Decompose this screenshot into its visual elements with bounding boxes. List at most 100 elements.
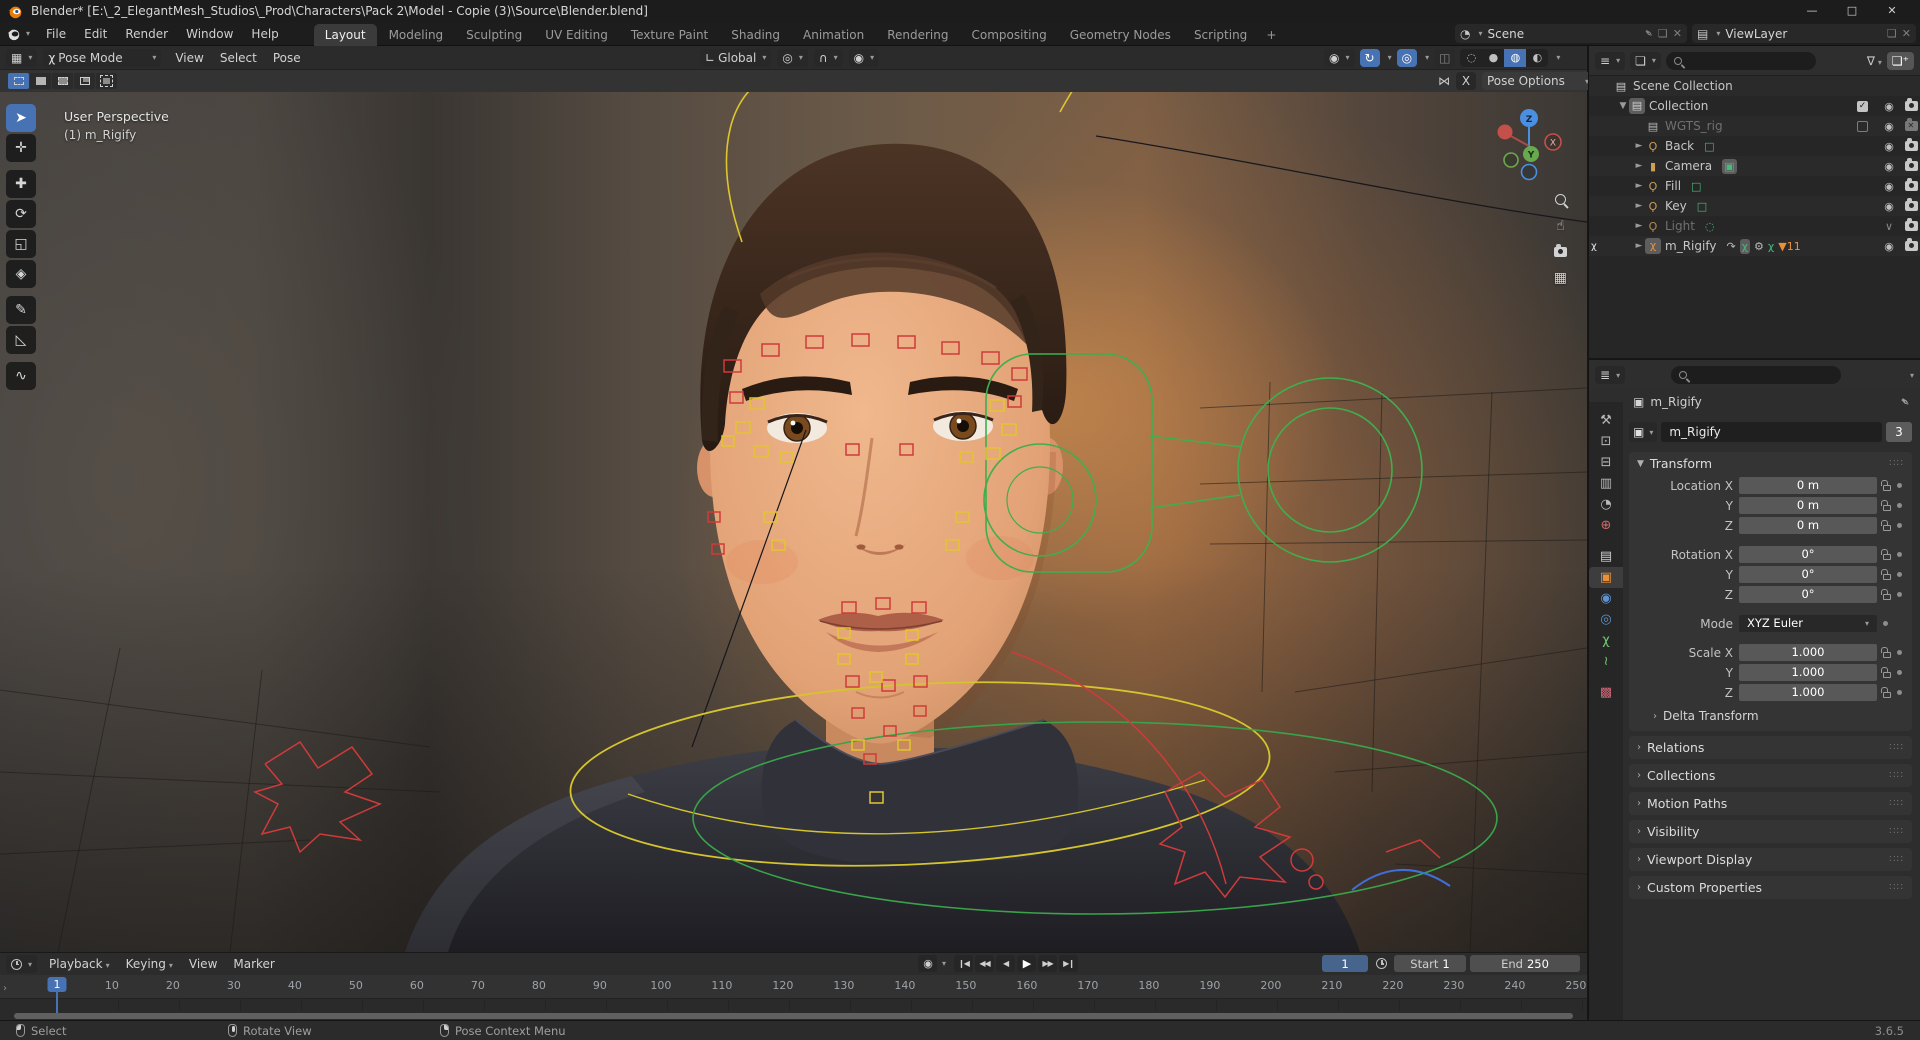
render-visibility-icon[interactable] <box>1904 158 1918 171</box>
tool-transform[interactable]: ◈ <box>6 260 36 288</box>
menu-file[interactable]: File <box>37 22 75 46</box>
next-key-button[interactable]: ▶▶ <box>1038 955 1058 972</box>
outliner-editor-type-button[interactable]: ≡ ▾ <box>1595 51 1626 70</box>
render-visibility-icon[interactable] <box>1904 218 1918 231</box>
viewport-menu-view[interactable]: View <box>167 51 211 65</box>
properties-options-dropdown[interactable]: ▾ <box>1910 371 1914 380</box>
workspace-tab-sculpting[interactable]: Sculpting <box>455 24 533 46</box>
outliner-row-fill[interactable]: ► Ϙ Fill □ ◉ <box>1589 176 1920 196</box>
outliner-search-input[interactable] <box>1665 51 1816 70</box>
disclosure-icon[interactable]: ► <box>1633 141 1645 151</box>
prev-key-button[interactable]: ◀◀ <box>975 955 995 972</box>
lock-icon[interactable] <box>1881 647 1891 658</box>
auto-keying-button[interactable]: ◉ <box>918 955 937 972</box>
gizmos-dropdown[interactable]: ▾ <box>1388 53 1392 62</box>
section-visibility[interactable]: › Visibility ∷∷ <box>1629 820 1912 843</box>
prev-frame-button[interactable]: ◀ <box>996 955 1016 972</box>
new-view-layer-icon[interactable]: ❏ <box>1887 27 1897 40</box>
render-visibility-icon[interactable] <box>1904 198 1918 211</box>
pivot-point-dropdown[interactable]: ◎ ▾ <box>777 48 808 67</box>
workspace-tab-texture-paint[interactable]: Texture Paint <box>620 24 719 46</box>
properties-tab-view-layer[interactable]: ▥ <box>1589 473 1623 494</box>
jump-start-button[interactable]: ❙◀ <box>954 955 974 972</box>
section-relations[interactable]: › Relations ∷∷ <box>1629 736 1912 759</box>
add-workspace-button[interactable]: + <box>1259 24 1283 46</box>
outliner-row-collection[interactable]: ▼ ▤ Collection ✓ ◉ <box>1589 96 1920 116</box>
disclosure-icon[interactable]: ► <box>1633 241 1645 251</box>
lock-icon[interactable] <box>1881 480 1891 491</box>
properties-tab-tool[interactable]: ⚒ <box>1589 410 1623 431</box>
timeline-ruler[interactable]: 1 10 20 30 40 50 60 70 80 90 100 110 120 130 140 150 16… <box>0 975 1587 999</box>
value-field[interactable]: 0 m <box>1739 477 1877 494</box>
timeline-menu-view[interactable]: View <box>181 957 225 971</box>
object-name-field[interactable]: m_Rigify <box>1661 422 1882 442</box>
eye-icon[interactable]: ◉ <box>1884 160 1894 173</box>
properties-tab-collection[interactable]: ▤ <box>1589 546 1623 567</box>
properties-tab-data[interactable]: χ <box>1589 630 1623 651</box>
menu-help[interactable]: Help <box>242 22 287 46</box>
value-field[interactable]: 1.000 <box>1739 684 1877 701</box>
mode-dropdown[interactable]: χ Pose Mode ▾ <box>43 48 162 67</box>
value-field[interactable]: 0 m <box>1739 497 1877 514</box>
delta-transform-header[interactable]: › Delta Transform <box>1629 703 1912 731</box>
outliner-row-scene-collection[interactable]: ▤ Scene Collection <box>1589 76 1920 96</box>
snap-toggle[interactable]: ∩ ▾ <box>813 48 843 67</box>
minimize-button[interactable]: — <box>1792 0 1832 22</box>
eye-icon[interactable]: ◉ <box>1884 120 1894 133</box>
editor-type-button[interactable]: ▦ ▾ <box>6 48 38 67</box>
properties-editor-type-button[interactable]: ≣ ▾ <box>1595 366 1626 384</box>
scene-selector[interactable]: ◔ ▾ Scene ✒ ❏ ✕ <box>1455 24 1687 43</box>
navigation-gizmo[interactable]: Z Y X <box>1489 106 1569 186</box>
disclosure-icon[interactable]: ► <box>1633 181 1645 191</box>
value-field[interactable]: 0° <box>1739 546 1877 563</box>
properties-search-input[interactable] <box>1671 366 1842 384</box>
animate-dot[interactable] <box>1883 621 1888 626</box>
menu-window[interactable]: Window <box>177 22 242 46</box>
animate-dot[interactable] <box>1897 670 1902 675</box>
exclude-checkbox[interactable]: ✓ <box>1857 100 1868 112</box>
animate-dot[interactable] <box>1897 552 1902 557</box>
disclosure-icon[interactable]: ► <box>1633 221 1645 231</box>
lock-icon[interactable] <box>1881 687 1891 698</box>
proportional-edit-dropdown[interactable]: ◉ ▾ <box>848 48 880 67</box>
eye-icon[interactable]: ◉ <box>1884 240 1894 253</box>
new-scene-icon[interactable]: ❏ <box>1658 27 1668 40</box>
tool-pose-breakdowner[interactable]: ∿ <box>6 362 36 390</box>
channel-collapse-icon[interactable]: › <box>3 983 7 994</box>
new-collection-button[interactable]: ❏⁺ <box>1886 51 1914 70</box>
toggle-ortho-grid-icon[interactable]: ▦ <box>1554 270 1567 286</box>
current-frame-indicator[interactable]: 1 <box>47 977 67 992</box>
frame-end-field[interactable]: End 250 <box>1470 955 1580 972</box>
jump-end-button[interactable]: ▶❙ <box>1059 955 1079 972</box>
workspace-tab-shading[interactable]: Shading <box>720 24 791 46</box>
properties-tab-scene[interactable]: ◔ <box>1589 494 1623 515</box>
workspace-tab-uv-editing[interactable]: UV Editing <box>534 24 619 46</box>
properties-tab-physics[interactable]: ◉ <box>1589 588 1623 609</box>
shading-material-button[interactable]: ◍ <box>1504 48 1527 67</box>
eye-icon[interactable]: ◉ <box>1884 140 1894 153</box>
tool-rotate[interactable]: ⟳ <box>6 200 36 228</box>
view-layer-selector[interactable]: ▤ ▾ ViewLayer ❏ ✕ <box>1692 24 1916 43</box>
eye-icon[interactable]: ◉ <box>1884 100 1894 113</box>
xray-toggle[interactable]: ◫ <box>1434 48 1456 67</box>
lock-icon[interactable] <box>1881 520 1891 531</box>
outliner-display-mode-button[interactable]: ❏ ▾ <box>1630 51 1661 70</box>
exclude-checkbox[interactable] <box>1857 120 1868 132</box>
render-visibility-icon[interactable] <box>1904 178 1918 191</box>
viewport-3d[interactable]: User Perspective (1) m_Rigify ➤ ✛ ✚ ⟳ ◱ ◈ ✎ ◺ ∿ … <box>0 92 1587 952</box>
disclosure-icon[interactable]: ► <box>1633 201 1645 211</box>
gizmos-toggle[interactable]: ↻ <box>1359 48 1380 67</box>
show-object-types-dropdown[interactable]: ◉ ▾ <box>1324 48 1355 67</box>
animate-dot[interactable] <box>1897 690 1902 695</box>
select-mode-subtract[interactable] <box>52 73 73 89</box>
transform-orientation-dropdown[interactable]: ∟ Global ▾ <box>700 48 772 67</box>
workspace-tab-modeling[interactable]: Modeling <box>378 24 455 46</box>
properties-tab-render[interactable]: ⊡ <box>1589 431 1623 452</box>
frame-start-field[interactable]: Start 1 <box>1394 955 1466 972</box>
x-mirror-toggle[interactable]: X <box>1456 72 1476 90</box>
outliner-row-light[interactable]: ► Ϙ Light ◌ ∨ <box>1589 216 1920 236</box>
timeline-editor-type-button[interactable]: ▾ <box>6 955 38 973</box>
render-visibility-icon[interactable] <box>1904 118 1918 131</box>
animate-dot[interactable] <box>1897 483 1902 488</box>
outliner-row-back[interactable]: ► Ϙ Back □ ◉ <box>1589 136 1920 156</box>
